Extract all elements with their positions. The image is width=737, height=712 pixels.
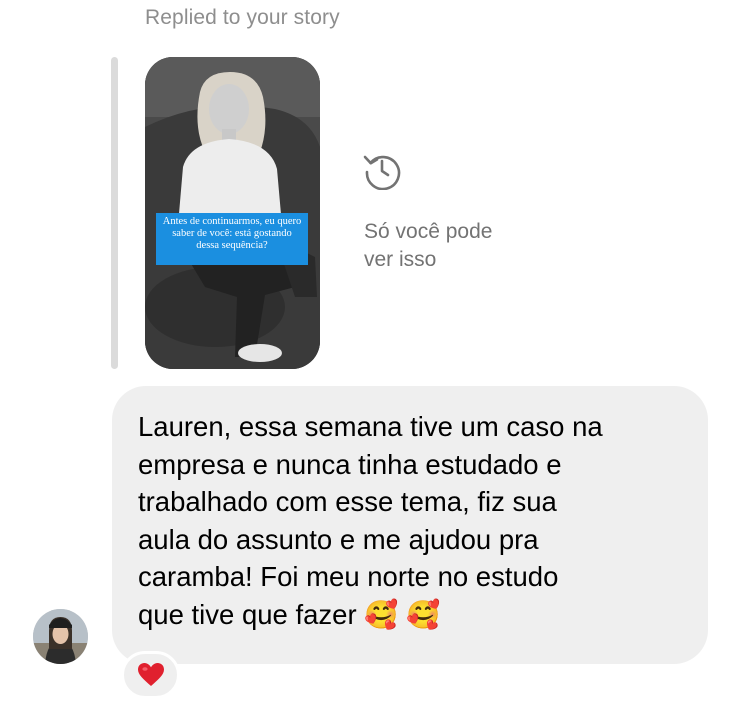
history-icon bbox=[363, 155, 401, 190]
reply-indicator-bar bbox=[111, 57, 118, 369]
message-text: Lauren, essa semana tive um caso na empr… bbox=[138, 411, 603, 630]
only-you-can-see-notice: Só você pode ver isso bbox=[364, 220, 493, 271]
story-caption: Antes de continuarmos, eu quero saber de… bbox=[156, 213, 308, 265]
heart-icon bbox=[137, 663, 164, 686]
heart-reaction[interactable] bbox=[121, 651, 180, 699]
message-bubble[interactable]: Lauren, essa semana tive um caso na empr… bbox=[112, 386, 708, 664]
user-avatar-icon bbox=[33, 609, 88, 664]
sender-avatar[interactable] bbox=[33, 609, 88, 664]
replied-to-story-label: Replied to your story bbox=[145, 6, 340, 29]
story-thumbnail[interactable]: Antes de continuarmos, eu quero saber de… bbox=[145, 57, 320, 369]
